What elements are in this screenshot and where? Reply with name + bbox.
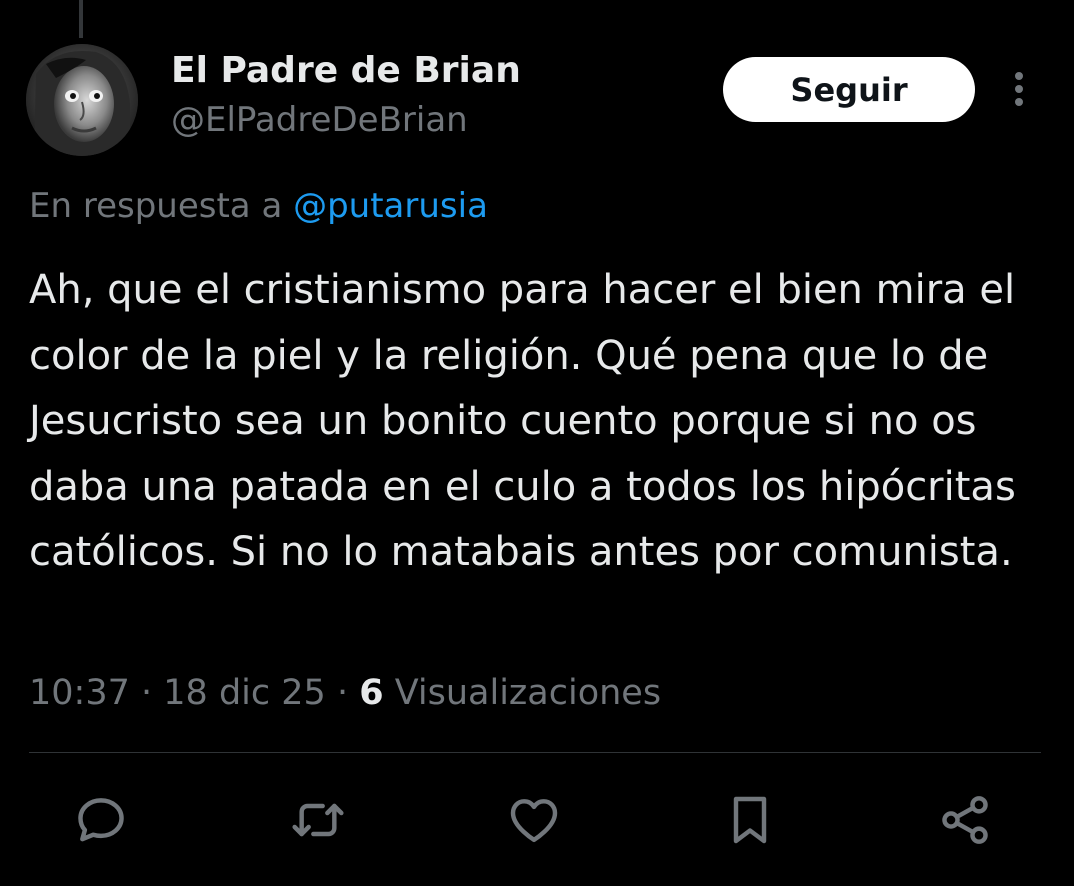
reply-prefix: En respuesta a [29,186,283,226]
views-label: Visualizaciones [394,673,662,713]
tweet-date[interactable]: 18 dic 25 [163,673,326,713]
divider [29,752,1041,753]
views-count: 6 [359,673,384,713]
more-options-button[interactable] [1004,68,1034,110]
meta-separator: · [141,673,164,713]
author-handle[interactable]: @ElPadreDeBrian [171,100,468,140]
reply-context: En respuesta a @putarusia [29,186,488,226]
bookmark-button[interactable] [720,790,780,850]
follow-button[interactable]: Seguir [723,57,975,122]
tweet-detail: El Padre de Brian @ElPadreDeBrian Seguir… [0,0,1074,886]
bookmark-icon [733,796,767,844]
like-icon [510,799,558,843]
retweet-button[interactable] [288,790,348,850]
reply-mention-link[interactable]: @putarusia [293,186,488,226]
meta-separator: · [336,673,360,713]
tweet-metadata: 10:37 · 18 dic 25 · 6 Visualizaciones [29,673,661,713]
avatar[interactable] [26,44,138,156]
reply-button[interactable] [71,790,131,850]
thread-connector-line [79,0,83,38]
retweet-icon [292,803,344,837]
share-icon [942,796,988,844]
more-dot-icon [1015,72,1023,80]
author-display-name[interactable]: El Padre de Brian [171,50,521,91]
tweet-text: Ah, que el cristianismo para hacer el bi… [29,267,1016,575]
avatar-image [26,44,138,156]
like-button[interactable] [504,790,564,850]
more-dot-icon [1015,98,1023,106]
tweet-time[interactable]: 10:37 [29,673,130,713]
more-dot-icon [1015,85,1023,93]
share-button[interactable] [935,790,995,850]
reply-icon [78,798,124,842]
